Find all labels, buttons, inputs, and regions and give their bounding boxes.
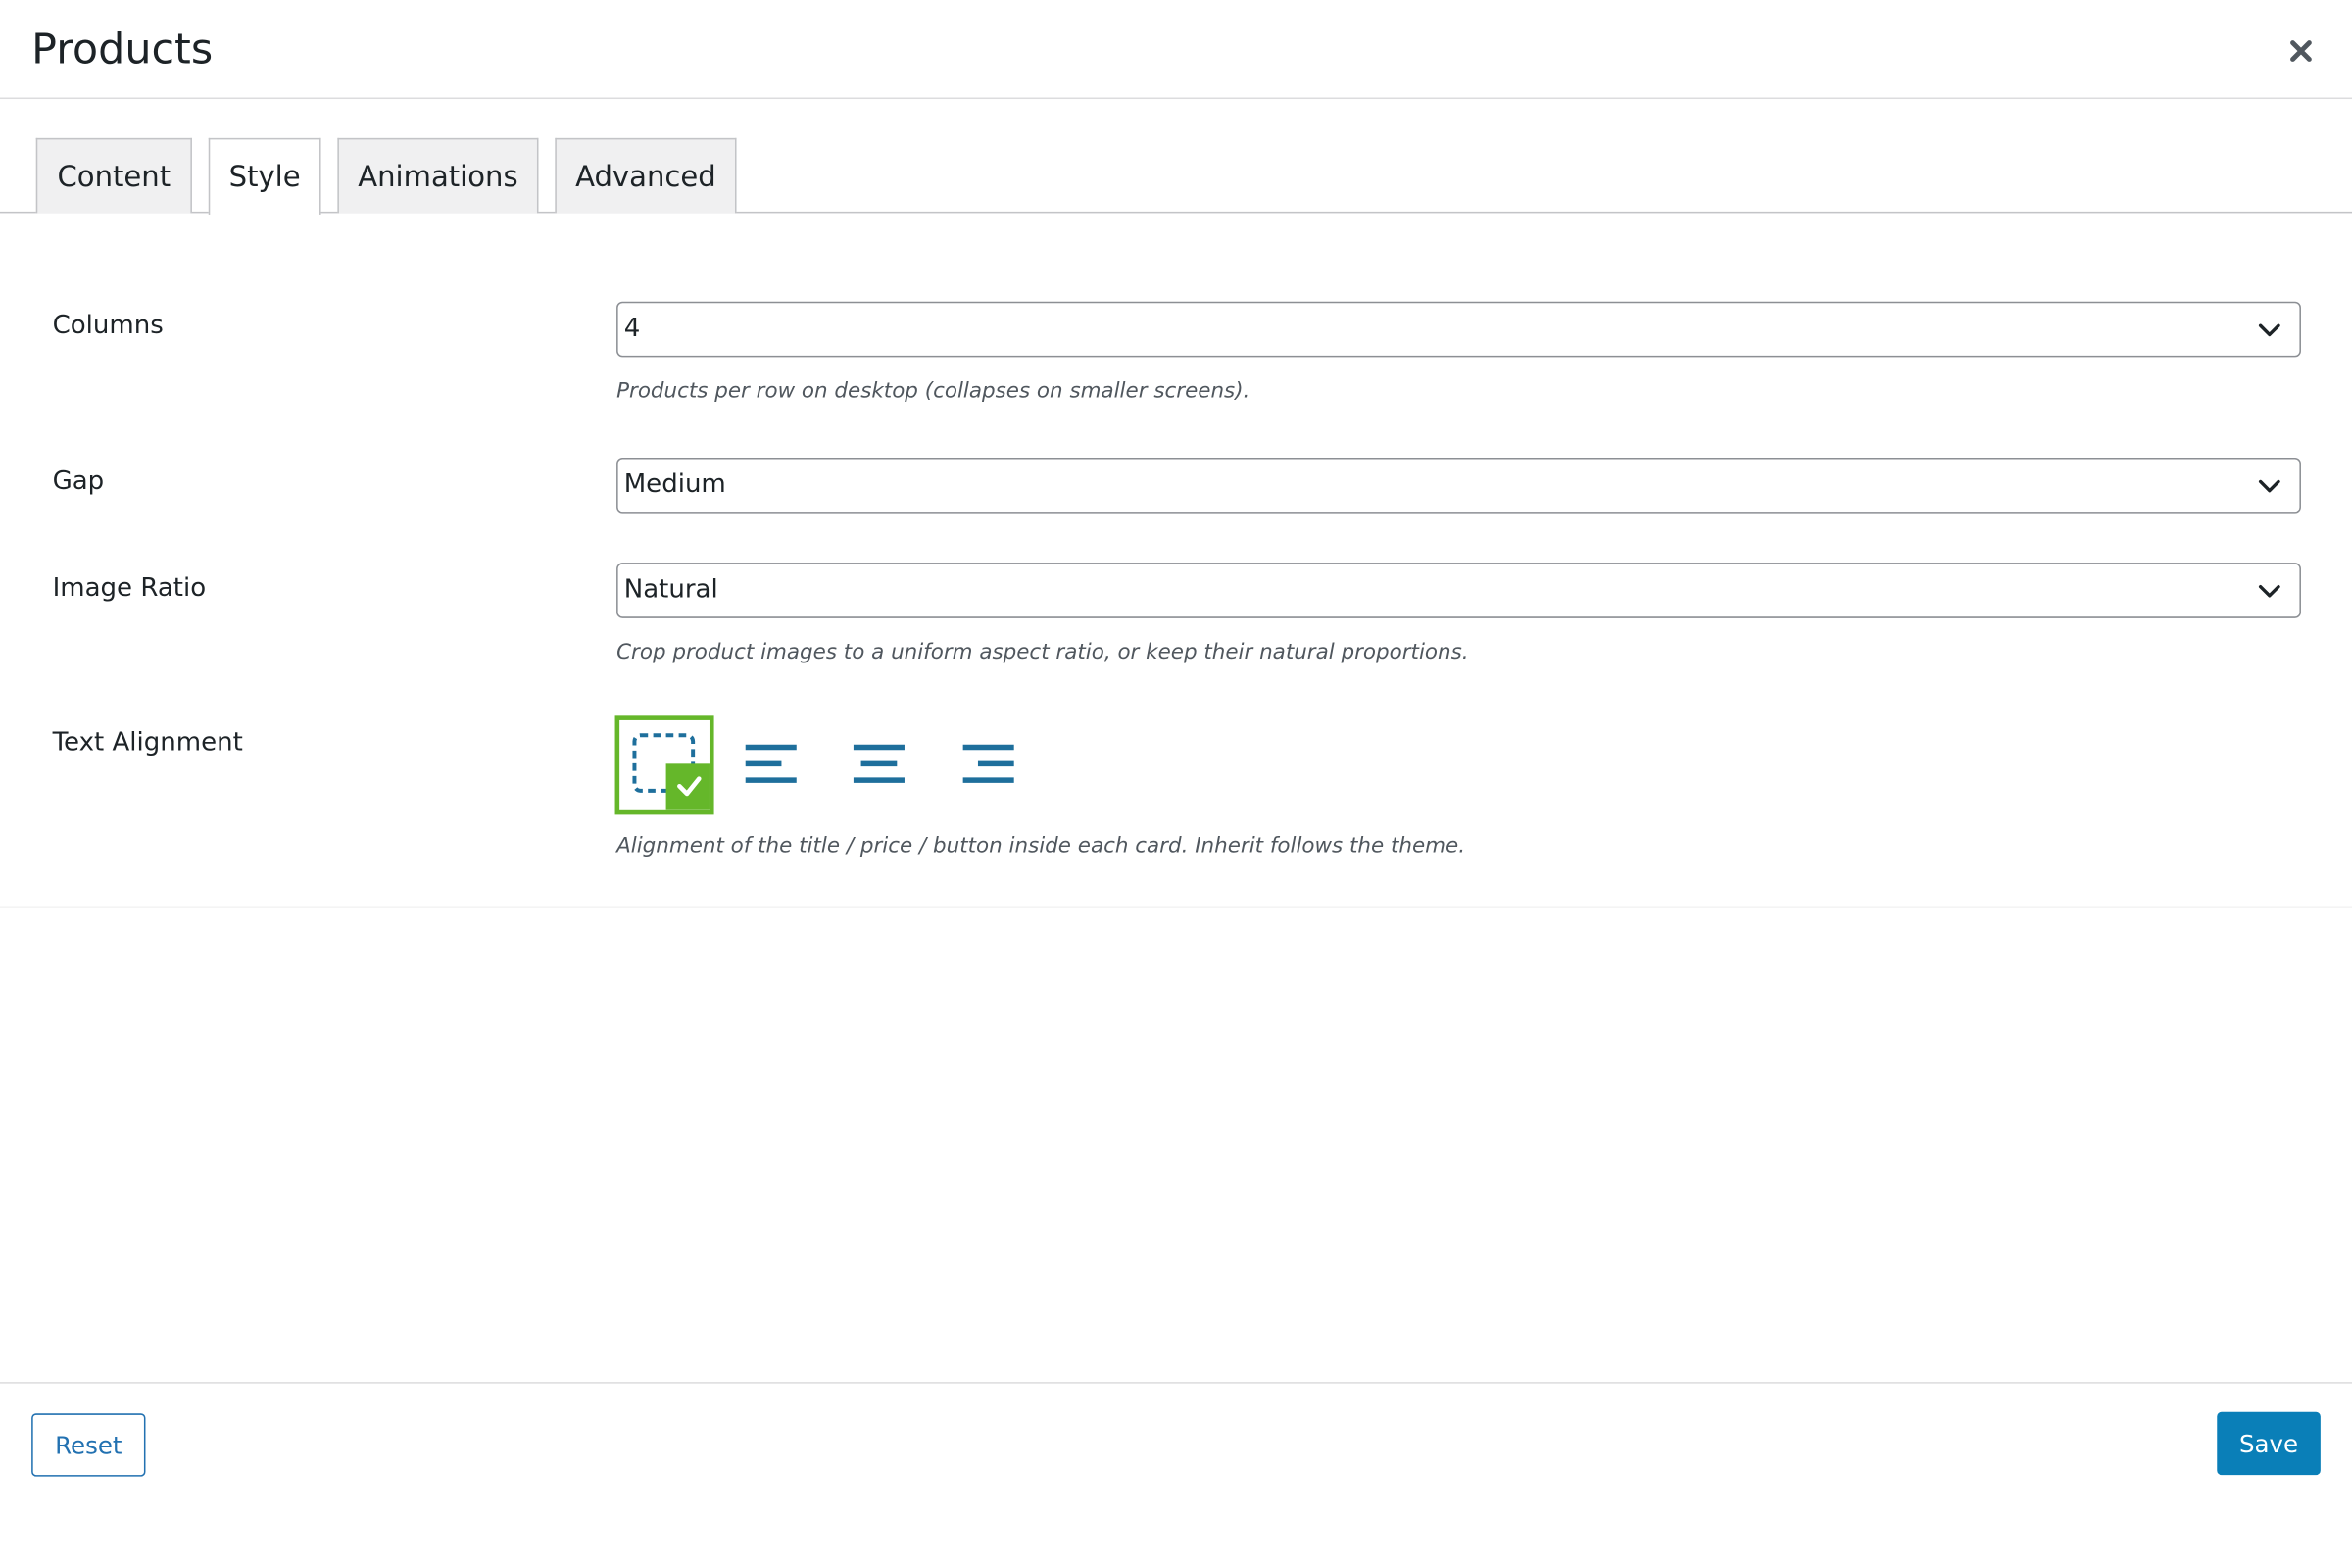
reset-button[interactable]: Reset: [31, 1413, 146, 1477]
tab-label: Content: [57, 160, 172, 193]
modal-title: Products: [31, 24, 214, 74]
tab-label: Style: [228, 160, 301, 194]
tab-advanced[interactable]: Advanced: [555, 137, 737, 214]
inherit-icon: [632, 733, 710, 810]
align-inherit-option[interactable]: [614, 715, 714, 815]
gap-label: Gap: [52, 466, 105, 497]
tab-content[interactable]: Content: [35, 137, 192, 214]
close-button[interactable]: [2277, 27, 2325, 75]
chevron-down-icon: [2258, 479, 2280, 493]
close-icon: [2290, 40, 2312, 62]
gap-select[interactable]: Medium: [616, 457, 2301, 514]
align-right-icon: [962, 744, 1014, 783]
align-center-option[interactable]: [831, 715, 930, 814]
tab-bar: Content Style Animations Advanced: [0, 137, 2352, 215]
text-alignment-help: Alignment of the title / price / button …: [616, 834, 1466, 858]
image-ratio-help: Crop product images to a uniform aspect …: [616, 640, 1469, 665]
text-alignment-label: Text Alignment: [52, 727, 243, 759]
image-ratio-select[interactable]: Natural: [616, 563, 2301, 618]
columns-select[interactable]: 4: [616, 301, 2301, 358]
align-center-icon: [853, 744, 905, 783]
tab-animations[interactable]: Animations: [337, 137, 539, 214]
chevron-down-icon: [2258, 584, 2280, 598]
tab-style[interactable]: Style: [208, 137, 321, 215]
align-right-option[interactable]: [941, 715, 1040, 814]
products-modal: Products Content Style Animations Advanc…: [0, 0, 2352, 1568]
columns-value: 4: [623, 313, 641, 344]
tab-label: Advanced: [575, 160, 716, 193]
align-left-icon: [745, 744, 797, 783]
columns-label: Columns: [52, 310, 164, 341]
footer-divider: [0, 1382, 2352, 1384]
align-left-option[interactable]: [723, 715, 822, 814]
save-button[interactable]: Save: [2217, 1411, 2321, 1476]
section-divider: [0, 906, 2352, 908]
chevron-down-icon: [2258, 323, 2280, 337]
gap-value: Medium: [623, 469, 726, 500]
image-ratio-label: Image Ratio: [52, 572, 207, 604]
columns-help: Products per row on desktop (collapses o…: [616, 379, 1250, 404]
modal-header: Products: [0, 0, 2352, 100]
image-ratio-value: Natural: [623, 574, 718, 606]
tab-label: Animations: [358, 160, 518, 193]
